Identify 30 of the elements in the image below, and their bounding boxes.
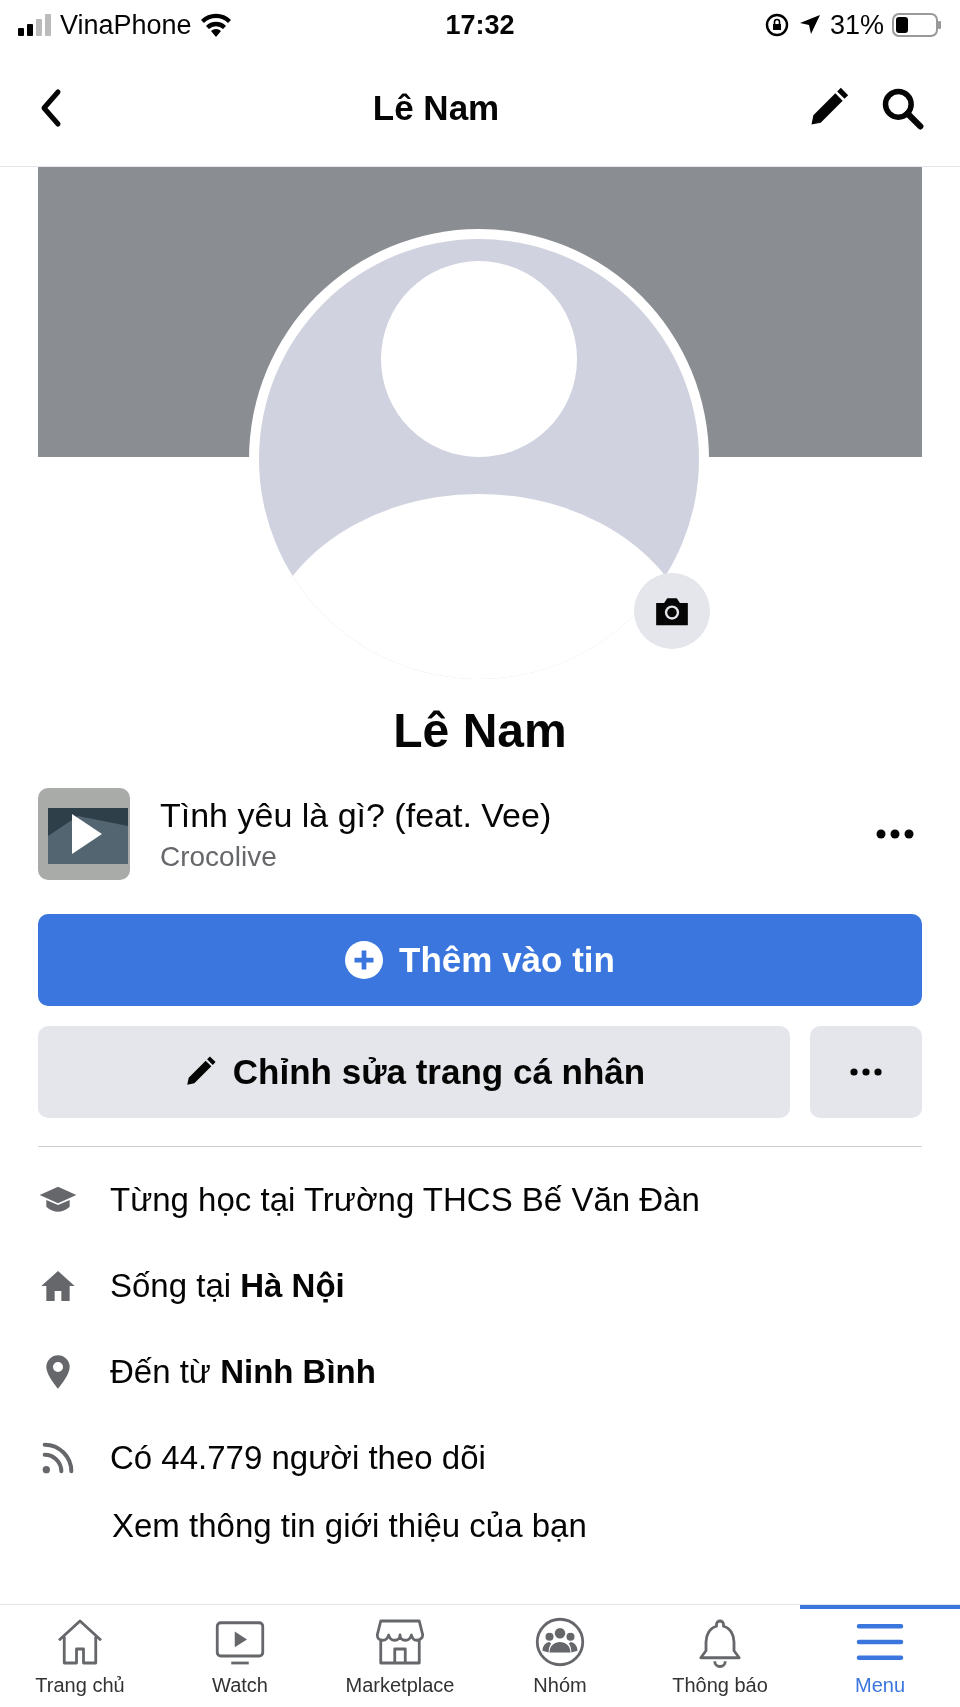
- page-title: Lê Nam: [372, 88, 500, 128]
- edit-profile-button[interactable]: Chỉnh sửa trang cá nhân: [38, 1026, 790, 1118]
- album-cover-play-icon[interactable]: [38, 788, 130, 880]
- tab-bar-item[interactable]: Marketplace: [320, 1605, 480, 1707]
- clock-time: 17:32: [445, 9, 515, 41]
- tab-bar-item[interactable]: Nhóm: [480, 1605, 640, 1707]
- ellipsis-icon: [850, 1068, 882, 1076]
- wifi-icon: [199, 13, 232, 37]
- profile-name: Lê Nam: [392, 703, 568, 758]
- profile-detail: Có 44.779 người theo dõi: [110, 1439, 486, 1477]
- tab-bar-item[interactable]: Watch: [160, 1605, 320, 1707]
- tab-bar-item[interactable]: Trang chủ: [0, 1605, 160, 1707]
- battery-percentage: 31%: [829, 9, 884, 41]
- ellipsis-icon: [876, 829, 914, 839]
- about-link[interactable]: Xem thông tin giới thiệu của bạn: [0, 1501, 960, 1545]
- battery-icon: [892, 13, 942, 37]
- artist-name: Crocolive: [160, 840, 278, 873]
- search-icon[interactable]: [880, 86, 924, 130]
- rotation-lock-icon: [763, 12, 790, 38]
- tab-bar-item[interactable]: Menu: [800, 1605, 960, 1707]
- signal-icon: [18, 14, 52, 36]
- plus-circle-icon: [345, 941, 384, 979]
- profile-detail: Sống tại Hà Nội: [110, 1267, 345, 1305]
- tab-bar-item[interactable]: Thông báo: [640, 1605, 800, 1707]
- profile-detail: Từng học tại Trường THCS Bế Văn Đàn: [110, 1181, 700, 1219]
- camera-icon: [653, 595, 691, 627]
- profile-detail: Đến từ Ninh Bình: [110, 1353, 376, 1391]
- song-title[interactable]: Tình yêu là gì? (feat. Vee): [160, 795, 838, 835]
- add-to-story-button[interactable]: Thêm vào tin: [38, 914, 922, 1006]
- carrier-name: VinaPhone: [60, 9, 192, 41]
